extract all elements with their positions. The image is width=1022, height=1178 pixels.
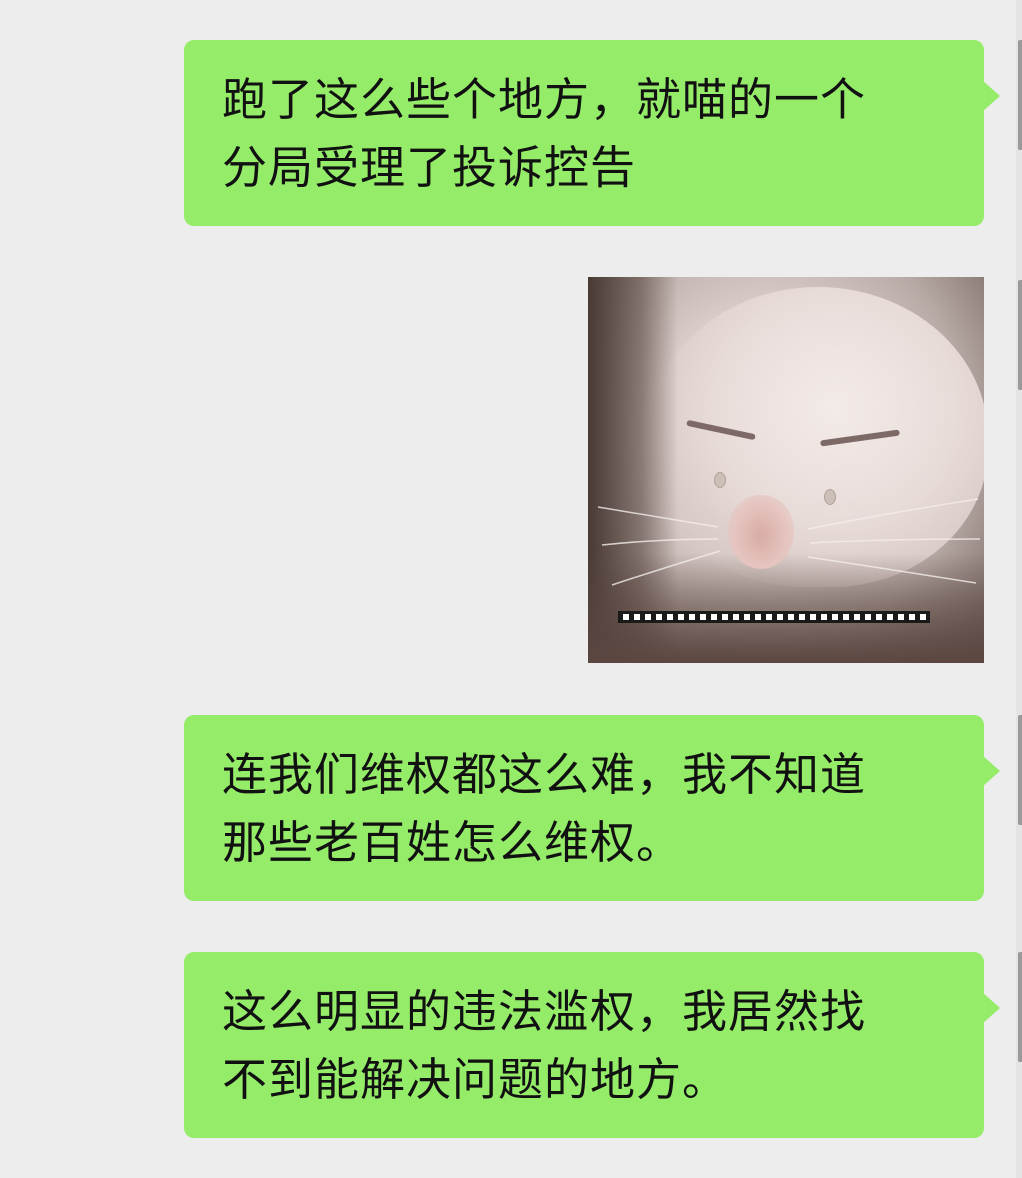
avatar[interactable]: [1018, 280, 1022, 390]
avatar[interactable]: [1018, 715, 1022, 825]
bubble-tail: [982, 80, 1000, 112]
crying-cat-sticker[interactable]: [588, 277, 984, 663]
message-bubble[interactable]: 连我们维权都这么难，我不知道 那些老百姓怎么维权。: [184, 715, 1000, 901]
message-text-line: 不到能解决问题的地方。: [222, 1053, 729, 1106]
sticker-caption-ellipsis: [618, 611, 930, 623]
message-text-line: 这么明显的违法滥权，我居然找: [222, 985, 867, 1038]
message-text-line: 分局受理了投诉控告: [222, 141, 637, 194]
cat-whiskers: [597, 498, 981, 586]
message-text-line: 那些老百姓怎么维权。: [222, 816, 683, 869]
message-text-line: 连我们维权都这么难，我不知道: [222, 748, 867, 801]
message-bubble[interactable]: 跑了这么些个地方，就喵的一个 分局受理了投诉控告: [184, 40, 1000, 226]
avatar[interactable]: [1018, 952, 1022, 1062]
bubble-tail: [982, 992, 1000, 1024]
message-bubble[interactable]: 这么明显的违法滥权，我居然找 不到能解决问题的地方。: [184, 952, 1000, 1138]
avatar[interactable]: [1018, 40, 1022, 150]
bubble-tail: [982, 755, 1000, 787]
message-text-line: 跑了这么些个地方，就喵的一个: [222, 73, 867, 126]
